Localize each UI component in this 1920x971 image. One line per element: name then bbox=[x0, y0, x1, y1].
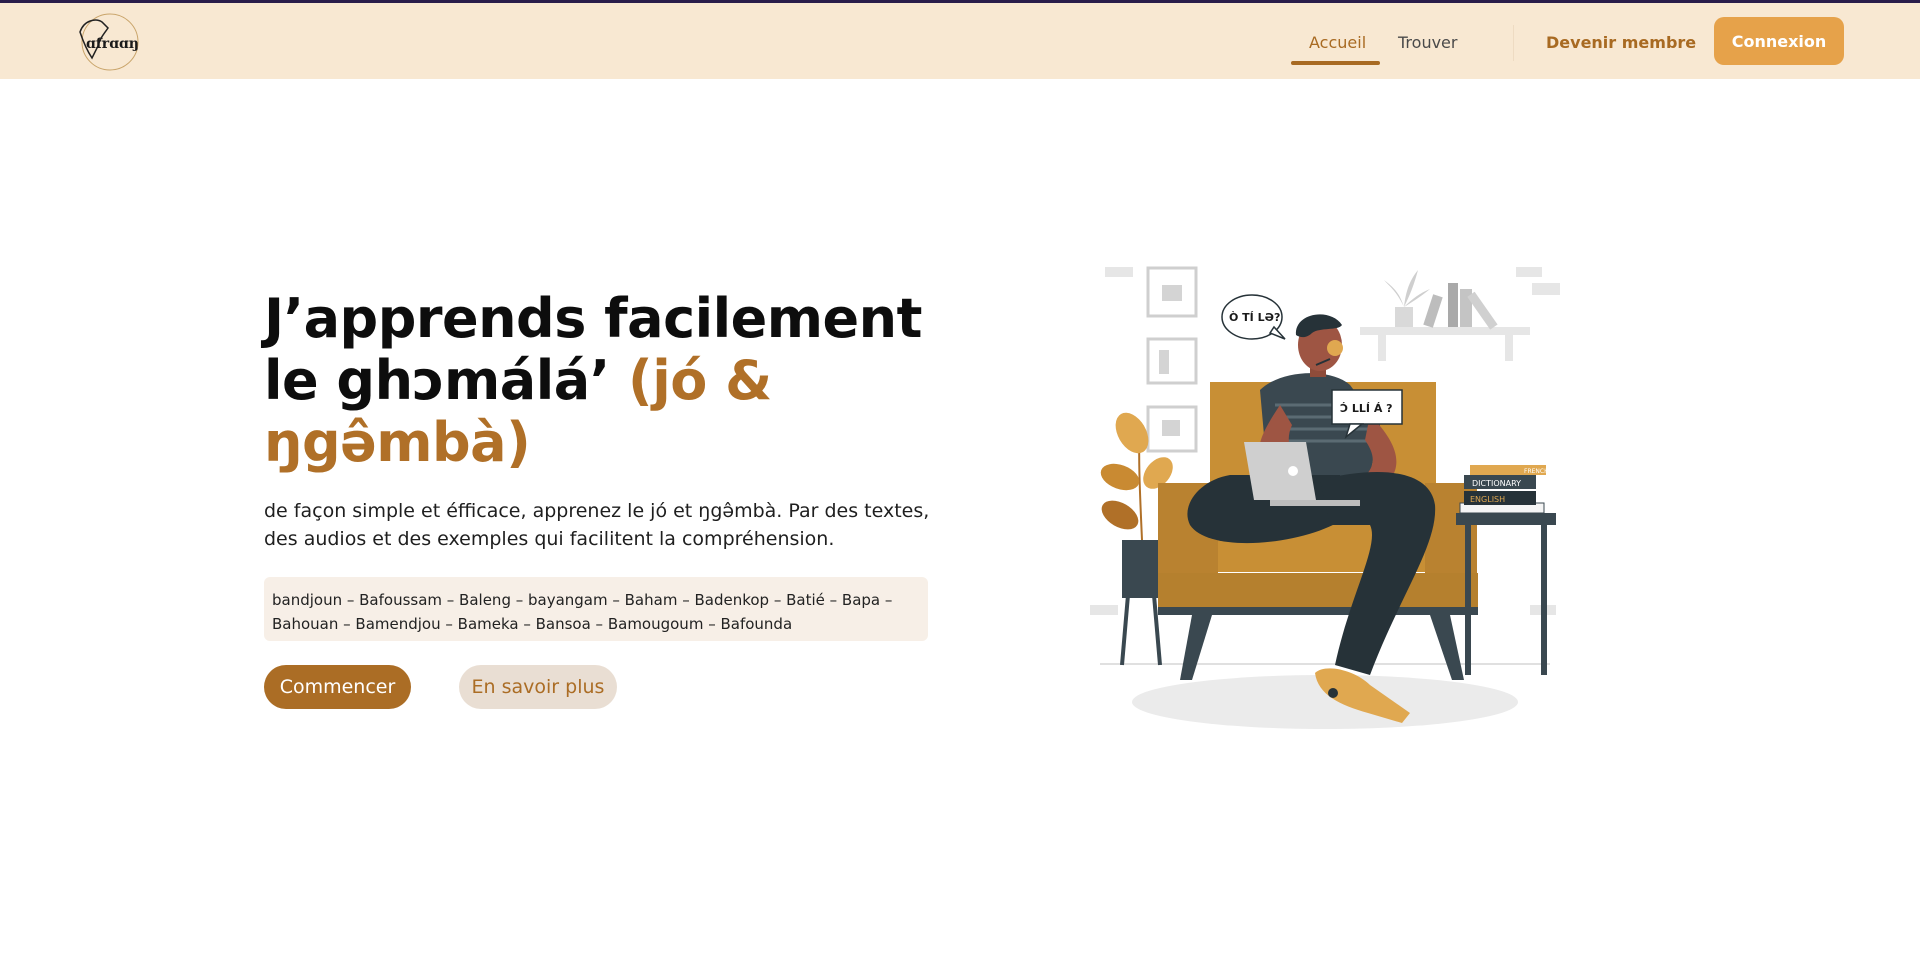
villages-list: bandjoun – Bafoussam – Baleng – bayangam… bbox=[264, 577, 928, 641]
start-button[interactable]: Commencer bbox=[264, 665, 411, 709]
login-button[interactable]: Connexion bbox=[1714, 17, 1844, 65]
book-french: FRENCH bbox=[1524, 468, 1549, 475]
speech-bubble-question: Ò TÍ LƏ? bbox=[1229, 311, 1280, 324]
hero-title-main: J’apprends facilement le ghɔmálá’ bbox=[264, 287, 922, 412]
hero-description: de façon simple et éfficace, apprenez le… bbox=[264, 500, 930, 550]
nav-link-accueil[interactable]: Accueil bbox=[1309, 33, 1366, 52]
book-dictionary: DICTIONARY bbox=[1472, 479, 1521, 488]
become-member-link[interactable]: Devenir membre bbox=[1546, 33, 1696, 52]
hero-illustration: ENGLISH DICTIONARY FRENCH Ò TÍ LƏ? Ɔ́ LL… bbox=[1080, 255, 1570, 745]
active-tab-indicator bbox=[1291, 61, 1380, 65]
nav-divider bbox=[1513, 25, 1514, 61]
logo[interactable]: ɑfrɑɑŋ bbox=[74, 12, 142, 76]
book-english: ENGLISH bbox=[1470, 495, 1505, 504]
logo-text: ɑfrɑɑŋ bbox=[86, 36, 139, 52]
navbar: ɑfrɑɑŋ Accueil Trouver Devenir membre Co… bbox=[0, 3, 1920, 79]
nav-link-trouver[interactable]: Trouver bbox=[1398, 33, 1457, 52]
speech-bubble-answer: Ɔ́ LLÍ Á ? bbox=[1340, 402, 1393, 415]
logo-icon: ɑfrɑɑŋ bbox=[79, 13, 139, 71]
hero-title: J’apprends facilement le ghɔmálá’ (jó & … bbox=[264, 288, 964, 474]
learning-illustration-icon: ENGLISH DICTIONARY FRENCH Ò TÍ LƏ? Ɔ́ LL… bbox=[1090, 266, 1560, 729]
learn-more-button[interactable]: En savoir plus bbox=[459, 665, 617, 709]
